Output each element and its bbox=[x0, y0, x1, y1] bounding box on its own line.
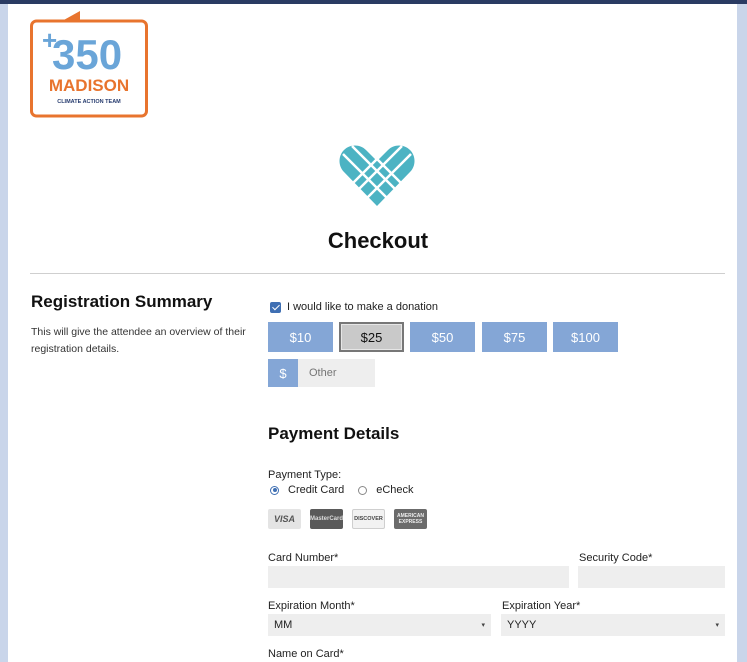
echeck-label: eCheck bbox=[376, 484, 414, 496]
logo-number: 350 bbox=[52, 31, 122, 78]
donation-checkbox-row[interactable]: I would like to make a donation bbox=[270, 301, 438, 313]
amex-line-2: EXPRESS bbox=[398, 519, 423, 525]
organization-logo[interactable]: + 350 MADISON CLIMATE ACTION TEAM bbox=[30, 11, 148, 124]
visa-card-icon: VISA bbox=[268, 509, 301, 529]
name-on-card-label: Name on Card* bbox=[268, 648, 344, 660]
payment-type-label: Payment Type: bbox=[268, 469, 342, 481]
page-title: Checkout bbox=[327, 228, 429, 253]
payment-type-options: Credit Card eCheck bbox=[270, 484, 428, 496]
donation-checkbox[interactable] bbox=[270, 301, 281, 313]
chevron-down-icon: ▾ bbox=[715, 622, 719, 629]
logo-tagline: CLIMATE ACTION TEAM bbox=[57, 99, 121, 105]
expiration-month-select[interactable]: MM ▾ bbox=[268, 614, 491, 636]
discover-card-icon: DISCOVER bbox=[352, 509, 385, 529]
registration-summary-heading: Registration Summary bbox=[31, 292, 213, 311]
payment-option-echeck[interactable]: eCheck bbox=[358, 484, 414, 496]
expiration-month-label: Expiration Month* bbox=[268, 600, 355, 612]
mastercard-label: MasterCard bbox=[310, 516, 344, 522]
heart-logo-icon bbox=[338, 142, 416, 213]
donation-amount-75-button[interactable]: $75 bbox=[482, 322, 547, 352]
mastercard-card-icon: MasterCard bbox=[310, 509, 343, 529]
right-border bbox=[737, 4, 747, 662]
security-code-input[interactable] bbox=[578, 566, 725, 588]
header-divider bbox=[30, 273, 725, 274]
expiration-year-select[interactable]: YYYY ▾ bbox=[501, 614, 725, 636]
other-amount-input[interactable] bbox=[298, 359, 375, 387]
chevron-down-icon: ▾ bbox=[481, 622, 485, 629]
amex-card-icon: AMERICAN EXPRESS bbox=[394, 509, 427, 529]
donation-amount-25-button[interactable]: $25 bbox=[339, 322, 404, 352]
payment-details-heading: Payment Details bbox=[268, 424, 400, 443]
donation-amount-50-button[interactable]: $50 bbox=[410, 322, 475, 352]
donation-checkbox-label: I would like to make a donation bbox=[287, 301, 439, 313]
payment-option-credit-card[interactable]: Credit Card bbox=[270, 484, 344, 496]
checkout-page: + 350 MADISON CLIMATE ACTION TEAM Checko… bbox=[8, 4, 737, 662]
other-amount-group: $ bbox=[268, 359, 375, 387]
expiration-year-value: YYYY bbox=[507, 619, 537, 631]
registration-summary-description: This will give the attendee an overview … bbox=[31, 326, 246, 355]
security-code-label: Security Code* bbox=[579, 552, 653, 564]
credit-card-label: Credit Card bbox=[288, 484, 345, 496]
logo-name: MADISON bbox=[49, 76, 129, 95]
browser-frame: + 350 MADISON CLIMATE ACTION TEAM Checko… bbox=[0, 0, 747, 662]
echeck-radio[interactable] bbox=[358, 485, 368, 495]
credit-card-radio[interactable] bbox=[270, 485, 279, 495]
donation-amount-10-button[interactable]: $10 bbox=[268, 322, 333, 352]
donation-amount-100-button[interactable]: $100 bbox=[553, 322, 618, 352]
expiration-year-label: Expiration Year* bbox=[502, 600, 581, 612]
expiration-month-value: MM bbox=[274, 619, 293, 631]
left-border bbox=[0, 4, 8, 662]
currency-symbol: $ bbox=[268, 359, 298, 387]
card-number-label: Card Number* bbox=[268, 552, 339, 564]
card-number-input[interactable] bbox=[268, 566, 569, 588]
accepted-cards: VISA MasterCard DISCOVER AMERICAN EXPRESS bbox=[268, 509, 436, 529]
